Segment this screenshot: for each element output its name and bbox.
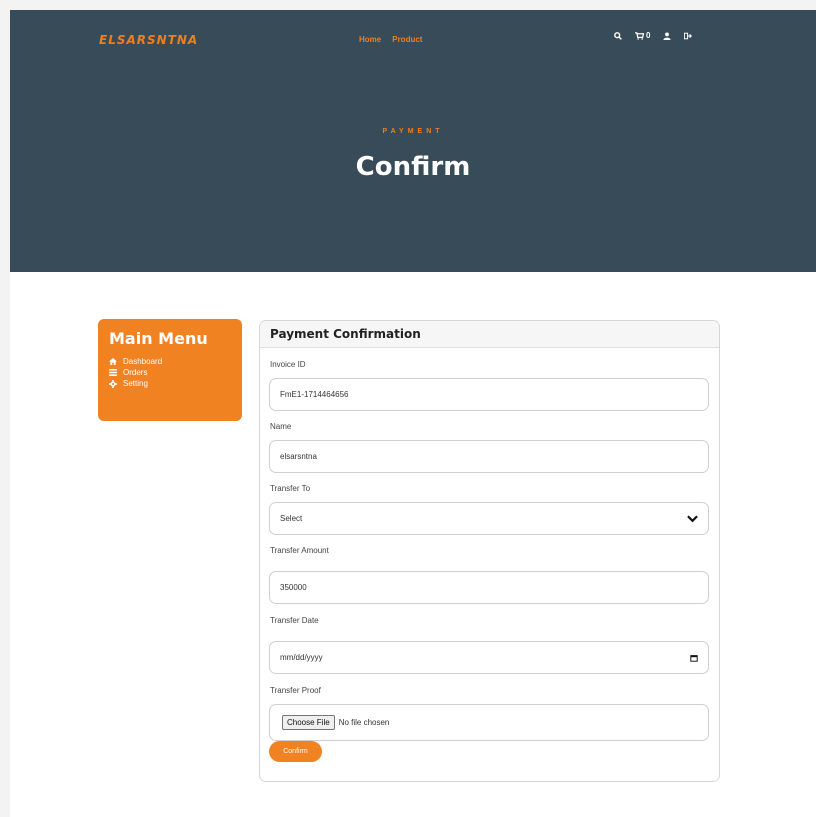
sidebar-item-orders[interactable]: Orders bbox=[109, 367, 231, 378]
logout-icon[interactable] bbox=[684, 32, 693, 40]
file-status: No file chosen bbox=[338, 718, 390, 727]
cart-icon bbox=[635, 31, 644, 40]
sidebar-item-label: Orders bbox=[123, 368, 148, 377]
choose-file-button[interactable]: Choose File bbox=[282, 715, 335, 730]
name-value: elsarsntna bbox=[280, 452, 317, 461]
nav-home-link[interactable]: Home bbox=[359, 35, 381, 44]
header-icons: 0 bbox=[614, 31, 705, 40]
list-icon bbox=[109, 369, 118, 376]
calendar-icon[interactable] bbox=[690, 654, 698, 662]
search-icon[interactable] bbox=[614, 31, 622, 40]
transfer-date-field[interactable]: mm/dd/yyyy bbox=[269, 641, 709, 674]
invoice-id-value: FmE1-1714464656 bbox=[280, 390, 349, 399]
gear-icon bbox=[109, 379, 118, 388]
invoice-id-field[interactable]: FmE1-1714464656 bbox=[269, 378, 709, 411]
transfer-to-value: Select bbox=[280, 514, 303, 523]
sidebar-item-label: Dashboard bbox=[123, 357, 163, 366]
user-icon[interactable] bbox=[663, 31, 672, 40]
transfer-proof-field[interactable]: Choose File No file chosen bbox=[269, 704, 709, 741]
sidebar-item-setting[interactable]: Setting bbox=[109, 378, 231, 389]
page: ELSARSNTNA Home Product 0 PAYMENT Confir bbox=[10, 10, 816, 817]
cart-count: 0 bbox=[646, 31, 651, 40]
hero-eyebrow: PAYMENT bbox=[382, 128, 444, 135]
card-title: Payment Confirmation bbox=[260, 321, 719, 348]
transfer-amount-label: Transfer Amount bbox=[270, 546, 329, 555]
transfer-amount-value: 350000 bbox=[280, 583, 307, 592]
name-field[interactable]: elsarsntna bbox=[269, 440, 709, 473]
sidebar-item-dashboard[interactable]: Dashboard bbox=[109, 356, 231, 367]
site-logo[interactable]: ELSARSNTNA bbox=[99, 33, 198, 47]
hero-header: ELSARSNTNA Home Product 0 PAYMENT Confir bbox=[10, 10, 816, 272]
transfer-amount-field[interactable]: 350000 bbox=[269, 571, 709, 604]
payment-card: Payment Confirmation Invoice ID FmE1-171… bbox=[259, 320, 720, 782]
chevron-down-icon bbox=[687, 514, 698, 523]
transfer-to-select[interactable]: Select bbox=[269, 502, 709, 535]
page-title: Confirm bbox=[355, 152, 471, 182]
confirm-button[interactable]: Confirm bbox=[269, 741, 322, 762]
sidebar-item-label: Setting bbox=[123, 379, 148, 388]
home-icon bbox=[109, 358, 118, 365]
sidebar-title: Main Menu bbox=[109, 329, 208, 348]
cart-button[interactable]: 0 bbox=[635, 31, 650, 40]
invoice-id-label: Invoice ID bbox=[270, 360, 306, 369]
sidebar-menu: Main Menu Dashboard Orders Setting bbox=[98, 319, 242, 421]
nav-product-link[interactable]: Product bbox=[392, 35, 422, 44]
main-nav: Home Product bbox=[359, 35, 422, 44]
transfer-to-label: Transfer To bbox=[270, 484, 311, 493]
transfer-date-label: Transfer Date bbox=[270, 616, 319, 625]
name-label: Name bbox=[270, 422, 292, 431]
transfer-proof-label: Transfer Proof bbox=[270, 686, 321, 695]
transfer-date-placeholder: mm/dd/yyyy bbox=[280, 653, 323, 662]
